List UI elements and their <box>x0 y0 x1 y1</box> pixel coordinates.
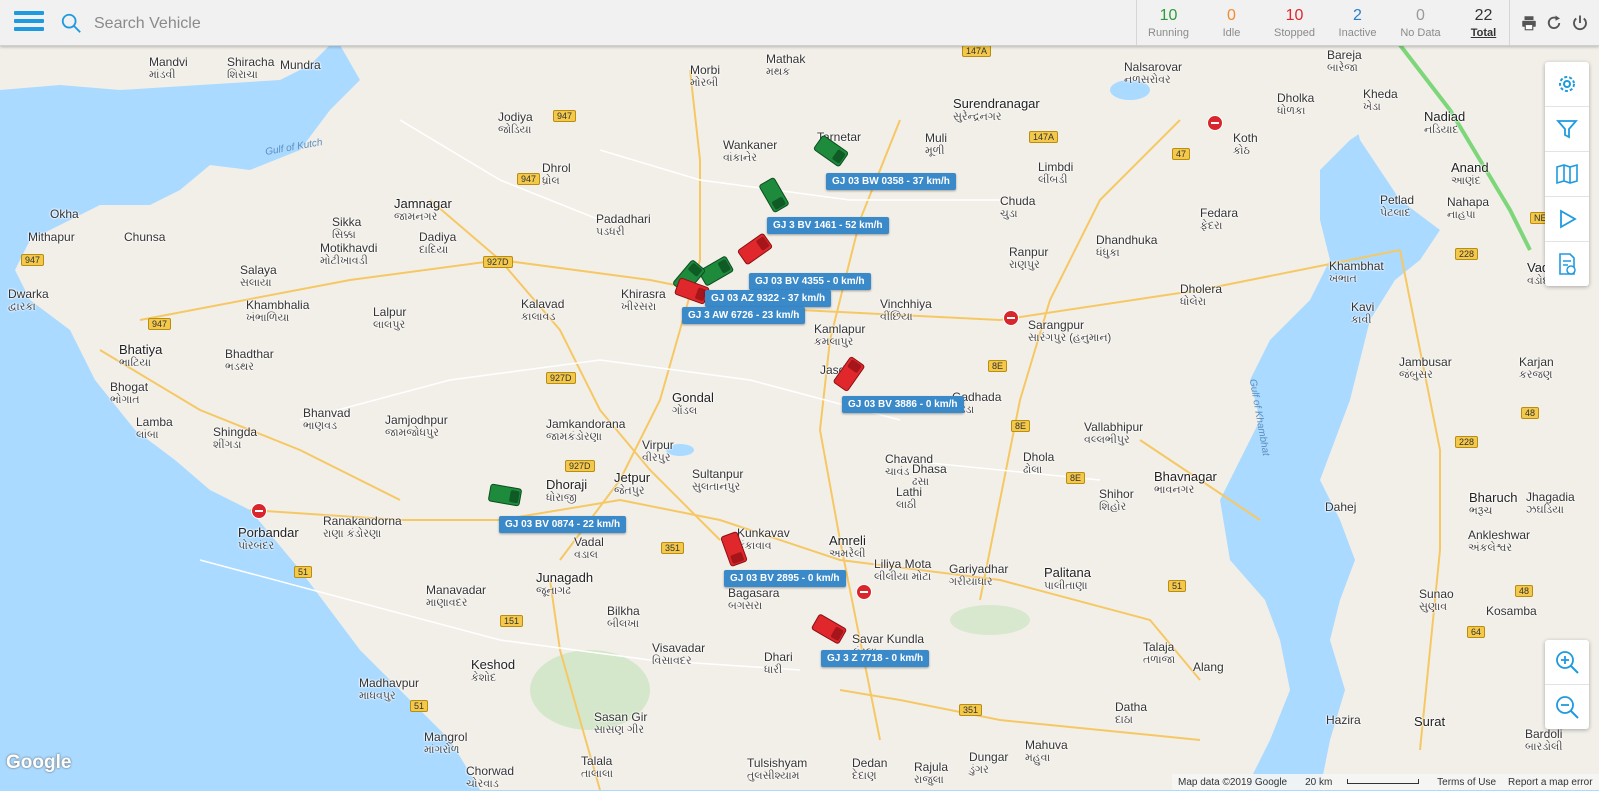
no-entry-icon <box>1003 310 1019 326</box>
stat-no-data[interactable]: 0 No Data <box>1389 0 1452 45</box>
road-shield: 51 <box>1168 580 1187 592</box>
road-shield: 228 <box>1455 248 1479 260</box>
stat-count: 10 <box>1159 7 1178 24</box>
road-shield: 351 <box>959 704 983 716</box>
map-canvas[interactable] <box>0 0 1599 790</box>
road-shield: 8E <box>1011 420 1031 432</box>
filter-icon <box>1556 120 1578 139</box>
lake-nalsarovar <box>1110 80 1150 100</box>
road-shield: 927D <box>546 372 576 384</box>
road-shield: 51 <box>410 700 429 712</box>
search-icon[interactable] <box>60 12 82 34</box>
zoom-out-button[interactable] <box>1545 685 1589 729</box>
stat-total[interactable]: 22 Total <box>1452 0 1515 45</box>
road-shield: 947 <box>517 173 541 185</box>
road-shield: 147A <box>1029 131 1059 143</box>
road-shield: 64 <box>1467 626 1486 638</box>
toolbar <box>1509 0 1599 45</box>
vehicle-label[interactable]: GJ 03 BV 3886 - 0 km/h <box>842 396 964 413</box>
status-summary: 10 Running 0 Idle 10 Stopped 2 Inactive 0 No … <box>1136 0 1515 45</box>
road-shield: 947 <box>148 318 172 330</box>
zoom-controls <box>1545 640 1589 729</box>
road-shield: 947 <box>21 254 45 266</box>
stat-label: Idle <box>1222 27 1241 39</box>
refresh-icon[interactable] <box>1545 14 1563 32</box>
search-vehicle-input[interactable] <box>92 9 696 39</box>
map-layers-button[interactable] <box>1545 152 1589 197</box>
stat-label: Inactive <box>1338 27 1377 39</box>
stat-count: 10 <box>1285 7 1304 24</box>
zoom-in-button[interactable] <box>1545 640 1589 685</box>
vehicle-label[interactable]: GJ 03 BW 0358 - 37 km/h <box>826 173 956 190</box>
forest-gir <box>530 650 650 730</box>
print-icon[interactable] <box>1520 14 1538 32</box>
report-document-icon <box>1559 253 1576 275</box>
report-button[interactable] <box>1545 242 1589 286</box>
vehicle-label[interactable]: GJ 3 BV 1461 - 52 km/h <box>767 217 889 234</box>
power-icon[interactable] <box>1571 14 1589 32</box>
stat-stopped[interactable]: 10 Stopped <box>1263 0 1326 45</box>
vehicle-label[interactable]: GJ 03 BV 4355 - 0 km/h <box>749 273 871 290</box>
road-shield: 228 <box>1455 436 1479 448</box>
hamburger-menu-icon[interactable] <box>14 7 44 37</box>
stat-label: Running <box>1148 27 1189 39</box>
no-entry-icon <box>251 503 267 519</box>
map-book-icon <box>1556 163 1578 185</box>
road-shield: 147A <box>962 45 992 57</box>
road-shield: 947 <box>553 110 577 122</box>
stat-label: Stopped <box>1274 27 1315 39</box>
filter-button[interactable] <box>1545 107 1589 152</box>
stat-inactive[interactable]: 2 Inactive <box>1326 0 1389 45</box>
forest-east <box>950 605 1030 635</box>
gear-icon <box>1559 76 1575 92</box>
no-entry-icon <box>856 584 872 600</box>
road-shield: 48 <box>1521 407 1540 419</box>
playback-button[interactable] <box>1545 197 1589 242</box>
play-icon <box>1560 209 1577 229</box>
lake-gondal <box>666 444 694 456</box>
road-shield: 8E <box>988 360 1008 372</box>
road-shield: 151 <box>500 615 524 627</box>
stat-count: 0 <box>1416 7 1425 24</box>
vehicle-label[interactable]: GJ 03 BV 2895 - 0 km/h <box>724 570 846 587</box>
settings-button[interactable] <box>1545 62 1589 107</box>
terms-link[interactable]: Terms of Use <box>1437 777 1496 788</box>
stat-count: 22 <box>1474 7 1493 24</box>
vehicle-label[interactable]: GJ 3 Z 7718 - 0 km/h <box>821 650 930 667</box>
map-tools-panel <box>1545 62 1589 286</box>
scale-line <box>1347 779 1420 785</box>
report-error-link[interactable]: Report a map error <box>1508 777 1592 788</box>
road-shield: 47 <box>1172 148 1191 160</box>
zoom-out-icon <box>1556 696 1579 719</box>
map-attribution: Map data ©2019 Google 20 km Terms of Use… <box>1172 774 1599 790</box>
stat-idle[interactable]: 0 Idle <box>1200 0 1263 45</box>
scale-label: 20 km <box>1305 776 1333 788</box>
no-entry-icon <box>1207 115 1223 131</box>
map-data-credit[interactable]: Map data ©2019 Google <box>1178 777 1287 788</box>
google-logo[interactable]: Google <box>6 752 71 774</box>
road-shield: 48 <box>1515 585 1534 597</box>
road-shield: 8E <box>1066 472 1086 484</box>
stat-label: No Data <box>1400 27 1441 39</box>
top-bar: 10 Running 0 Idle 10 Stopped 2 Inactive 0 No … <box>0 0 1599 46</box>
road-shield: 927D <box>483 256 513 268</box>
stat-running[interactable]: 10 Running <box>1137 0 1200 45</box>
road-shield: 927D <box>565 460 595 472</box>
road-shield: 351 <box>661 542 685 554</box>
stat-count: 0 <box>1227 7 1236 24</box>
zoom-in-icon <box>1556 651 1579 674</box>
vehicle-label[interactable]: GJ 3 AW 6726 - 23 km/h <box>682 307 806 324</box>
vehicle-label[interactable]: GJ 03 AZ 9322 - 37 km/h <box>705 290 832 307</box>
stat-label: Total <box>1470 27 1497 39</box>
stat-count: 2 <box>1353 7 1362 24</box>
scale-bar: 20 km <box>1299 777 1425 788</box>
road-shield: 51 <box>294 566 313 578</box>
vehicle-label[interactable]: GJ 03 BV 0874 - 22 km/h <box>499 516 627 533</box>
